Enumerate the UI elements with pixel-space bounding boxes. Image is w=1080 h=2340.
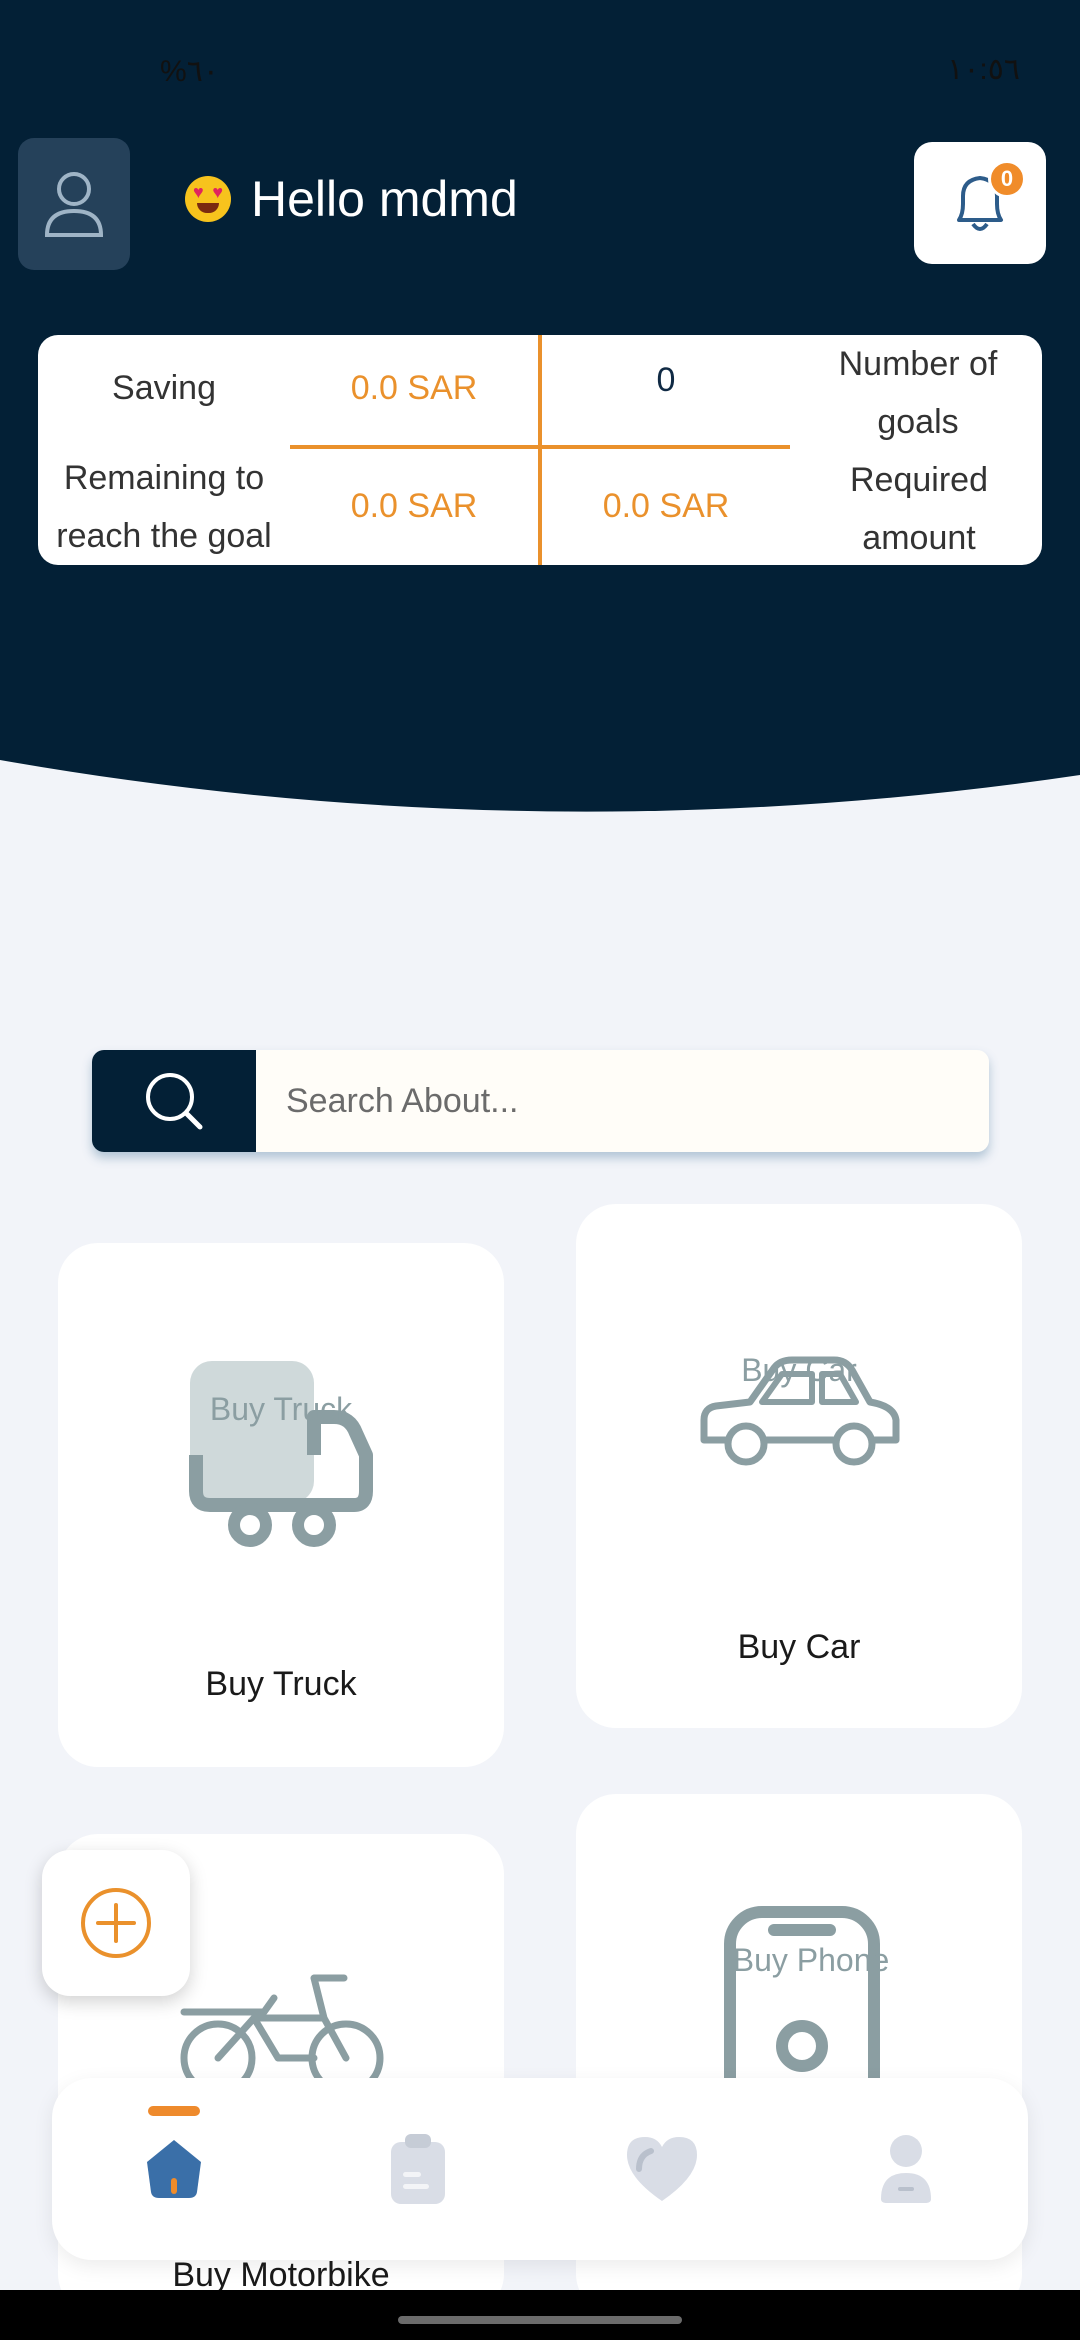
greeting-text: Hello mdmd xyxy=(251,171,518,227)
goal-card-car[interactable]: Buy Car Buy Car xyxy=(576,1204,1022,1728)
card-overlay-text: Buy Car xyxy=(741,1352,857,1388)
saving-value: 0.0 SAR xyxy=(350,369,478,407)
status-bar: %٦٠ ١٠:٥٦ xyxy=(0,40,1080,100)
goal-card-truck[interactable]: Buy Truck Buy Truck xyxy=(58,1243,504,1767)
truck-icon xyxy=(189,1361,373,1547)
add-goal-button[interactable] xyxy=(42,1850,190,1996)
search-button[interactable] xyxy=(92,1050,256,1152)
divider-horizontal xyxy=(290,445,790,449)
motorbike-icon xyxy=(180,1974,384,2088)
home-icon xyxy=(147,2140,201,2198)
user-icon xyxy=(44,172,104,237)
active-tab-indicator xyxy=(148,2106,200,2116)
heart-icon xyxy=(627,2137,697,2201)
remaining-value: 0.0 SAR xyxy=(350,487,478,525)
search-input[interactable] xyxy=(256,1050,989,1152)
card-overlay-text: Buy Phone xyxy=(732,1942,890,1978)
search-bar xyxy=(92,1050,989,1152)
savings-summary-card: Saving 0.0 SAR 0 Number of goals Remaini… xyxy=(38,335,1042,565)
card-title: Buy Truck xyxy=(205,1665,357,1703)
required-value: 0.0 SAR xyxy=(602,487,730,525)
card-title: Buy Car xyxy=(737,1628,861,1666)
profile-avatar-button[interactable] xyxy=(18,138,130,270)
required-label: Required amount xyxy=(850,461,988,557)
saving-label: Saving xyxy=(112,369,216,407)
greeting: Hello mdmd xyxy=(185,170,518,228)
search-icon xyxy=(146,1073,203,1130)
nav-profile[interactable] xyxy=(784,2078,1028,2260)
heart-eyes-emoji-icon xyxy=(185,176,231,222)
goals-label: Number of goals xyxy=(838,345,998,441)
home-gesture-handle[interactable] xyxy=(398,2316,682,2324)
card-overlay-text: Buy Truck xyxy=(209,1391,353,1427)
battery-percent: %٦٠ xyxy=(160,55,219,88)
clock: ١٠:٥٦ xyxy=(947,53,1020,86)
nav-favorites[interactable] xyxy=(540,2078,784,2260)
goals-count: 0 xyxy=(656,361,676,399)
notifications-button[interactable]: 0 xyxy=(914,142,1046,264)
clipboard-icon xyxy=(391,2134,445,2204)
profile-icon xyxy=(881,2135,931,2203)
remaining-label: Remaining to reach the goal xyxy=(56,459,272,555)
system-navigation-bar xyxy=(0,2290,1080,2340)
nav-goals[interactable] xyxy=(296,2078,540,2260)
plus-circle-icon xyxy=(81,1888,151,1958)
phone-icon xyxy=(724,1906,880,2106)
bottom-navigation xyxy=(52,2078,1028,2260)
notification-count-badge: 0 xyxy=(988,160,1026,198)
nav-home[interactable] xyxy=(52,2078,296,2260)
